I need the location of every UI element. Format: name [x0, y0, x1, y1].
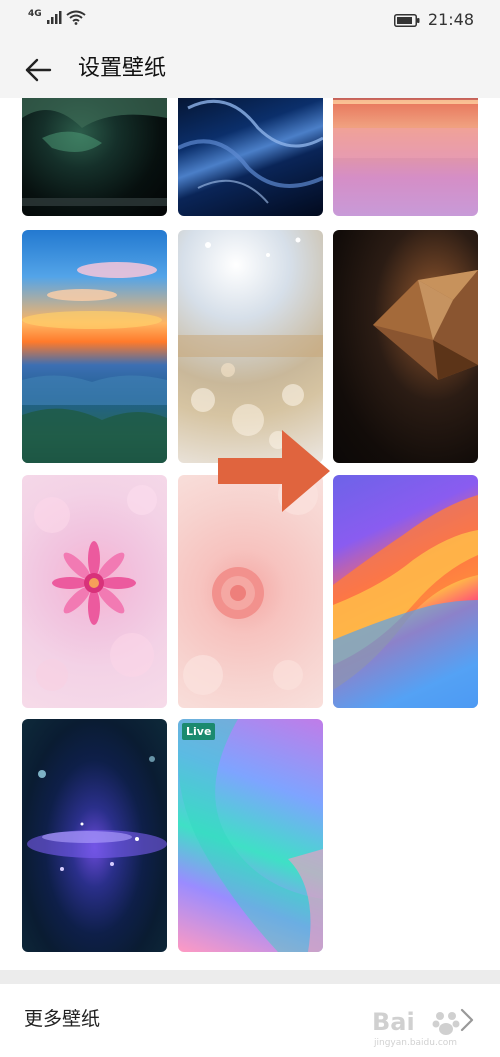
- wallpaper-pink-flower[interactable]: [22, 475, 167, 708]
- wallpaper-space-particles[interactable]: [22, 719, 167, 952]
- more-wallpapers-label: 更多壁纸: [24, 1008, 101, 1030]
- diamond-art: [373, 270, 478, 380]
- wallpaper-color-flow[interactable]: [333, 475, 478, 708]
- watermark: Bai jingyan.baidu.com: [372, 1000, 482, 1054]
- status-bar: 4G 21:48: [0, 0, 500, 42]
- wallpaper-grid: Live: [0, 98, 500, 970]
- cave-art: [22, 98, 167, 206]
- status-right: 21:48: [393, 10, 474, 29]
- wallpaper-cave[interactable]: [22, 98, 167, 216]
- wallpaper-glitter-bokeh[interactable]: [178, 230, 323, 463]
- wallpaper-pink-sunset[interactable]: [333, 98, 478, 216]
- sunset-art: [333, 100, 478, 158]
- app-header: 设置壁纸: [0, 42, 500, 98]
- signal-icon: [46, 11, 62, 24]
- watermark-text: Bai: [372, 1008, 415, 1036]
- wallpaper-sky-clouds[interactable]: [22, 230, 167, 463]
- paw-icon: [432, 1012, 460, 1035]
- flower-art: [34, 485, 157, 691]
- network-type: 4G: [28, 9, 42, 19]
- page-title: 设置壁纸: [78, 56, 167, 81]
- wallpaper-gradient-live[interactable]: Live: [178, 719, 323, 952]
- sky-art: [22, 262, 167, 463]
- clock: 21:48: [427, 10, 474, 29]
- status-left: 4G: [28, 10, 86, 25]
- wallpaper-ocean-wave[interactable]: [178, 98, 323, 216]
- pointer-arrow-icon: [218, 430, 330, 512]
- glitter-art: [178, 237, 323, 449]
- wifi-icon: [66, 10, 86, 25]
- live-badge: Live: [182, 723, 216, 740]
- space-art: [27, 756, 167, 871]
- wallpaper-brown-diamond[interactable]: [333, 230, 478, 463]
- section-divider: [0, 970, 500, 984]
- watermark-sub: jingyan.baidu.com: [374, 1038, 458, 1048]
- back-button[interactable]: [18, 52, 58, 88]
- battery-icon: [393, 13, 420, 27]
- live-art: [178, 719, 323, 952]
- wave-art: [178, 99, 323, 204]
- back-arrow-icon: [25, 58, 52, 82]
- flow-art: [333, 495, 478, 708]
